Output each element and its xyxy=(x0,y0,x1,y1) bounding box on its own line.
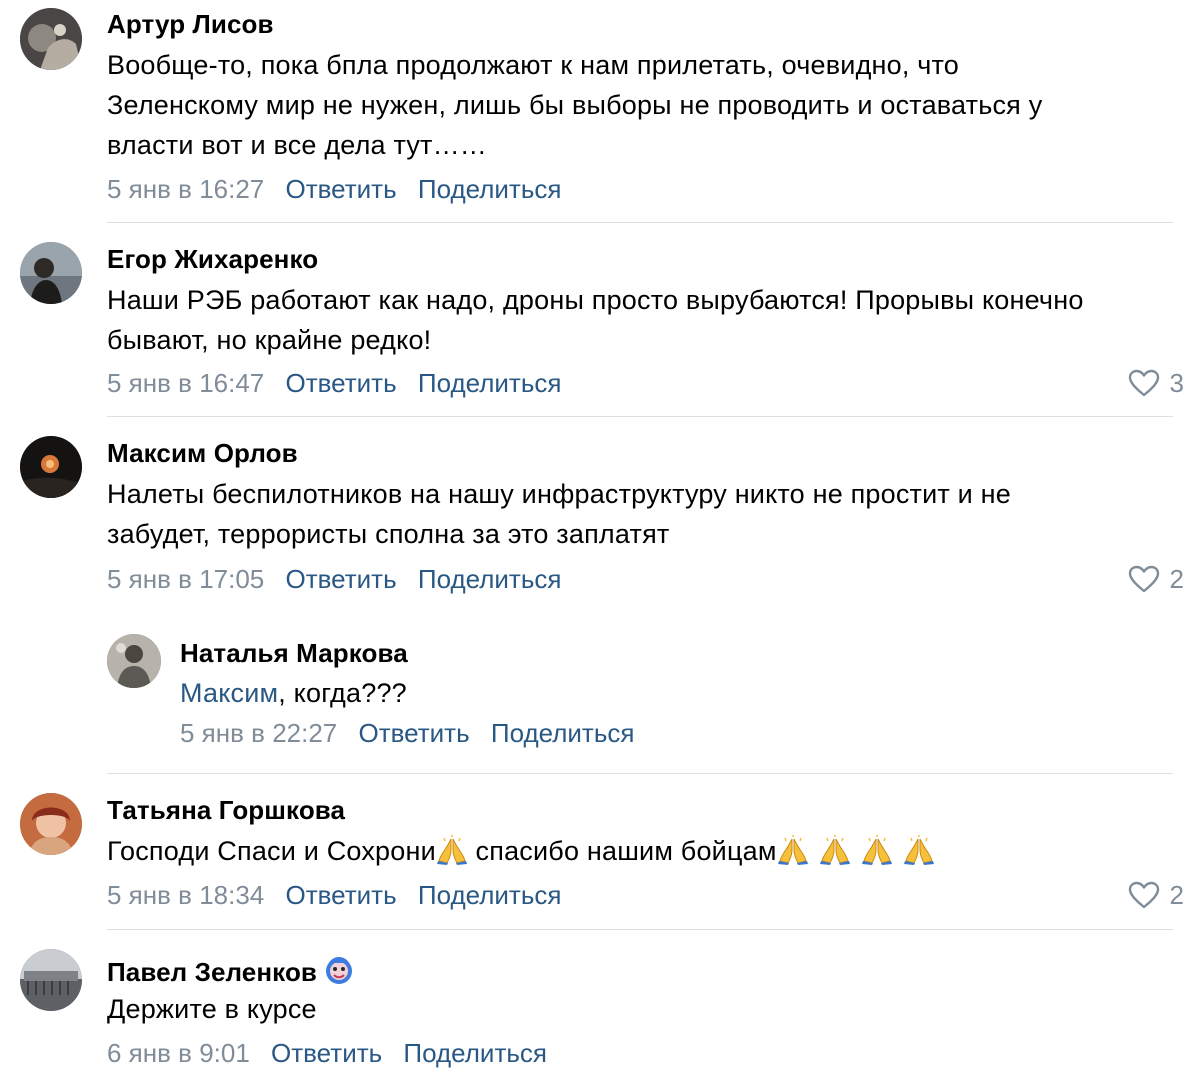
author-name[interactable]: Павел Зеленков xyxy=(107,957,317,987)
folded-hands-emoji xyxy=(777,835,809,865)
avatar[interactable] xyxy=(107,634,161,688)
comment-text: Вообще-то, пока бпла продолжают к нам пр… xyxy=(107,50,1043,160)
heart-outline-icon xyxy=(1128,565,1160,593)
comment-text: Наши РЭБ работают как надо, дроны просто… xyxy=(107,285,1084,355)
comment-meta: 5 янв в 17:05 Ответить Поделиться xyxy=(107,564,575,594)
smiley-badge-icon xyxy=(326,957,353,984)
comment-text: Налеты беспилотников на нашу инфраструкт… xyxy=(107,479,1011,549)
share-button[interactable]: Поделиться xyxy=(403,1038,547,1068)
comment-date[interactable]: 5 янв в 22:27 xyxy=(180,718,337,748)
comment-author[interactable]: Наталья Маркова xyxy=(180,638,408,668)
reply-button[interactable]: Ответить xyxy=(286,564,397,594)
folded-hands-emoji xyxy=(903,835,935,865)
divider xyxy=(107,773,1173,774)
reply-button[interactable]: Ответить xyxy=(286,174,397,204)
comment-author[interactable]: Егор Жихаренко xyxy=(107,244,318,274)
like-button[interactable]: 2 xyxy=(1128,880,1184,910)
comment-meta: 6 янв в 9:01 Ответить Поделиться xyxy=(107,1038,561,1068)
share-button[interactable]: Поделиться xyxy=(418,564,562,594)
reply-button[interactable]: Ответить xyxy=(271,1038,382,1068)
comment-meta: 5 янв в 18:34 Ответить Поделиться xyxy=(107,880,575,910)
heart-outline-icon xyxy=(1128,369,1160,397)
reply-button[interactable]: Ответить xyxy=(286,368,397,398)
divider xyxy=(107,929,1173,930)
share-button[interactable]: Поделиться xyxy=(491,718,635,748)
comment-date[interactable]: 5 янв в 16:27 xyxy=(107,174,264,204)
comment-author[interactable]: Артур Лисов xyxy=(107,9,274,39)
reply-text: , когда??? xyxy=(278,678,407,708)
reply-button[interactable]: Ответить xyxy=(359,718,470,748)
share-button[interactable]: Поделиться xyxy=(418,880,562,910)
comment-date[interactable]: 5 янв в 16:47 xyxy=(107,368,264,398)
folded-hands-emoji xyxy=(861,835,893,865)
avatar[interactable] xyxy=(20,793,82,855)
comment-author[interactable]: Татьяна Горшкова xyxy=(107,795,345,825)
like-button[interactable]: 2 xyxy=(1128,564,1184,594)
share-button[interactable]: Поделиться xyxy=(418,174,562,204)
comment-date[interactable]: 5 янв в 17:05 xyxy=(107,564,264,594)
reply-button[interactable]: Ответить xyxy=(286,880,397,910)
share-button[interactable]: Поделиться xyxy=(418,368,562,398)
divider xyxy=(107,222,1173,223)
heart-outline-icon xyxy=(1128,881,1160,909)
comment-meta: 5 янв в 16:27 Ответить Поделиться xyxy=(107,174,575,204)
comment-author[interactable]: Павел Зеленков xyxy=(107,953,355,987)
comment-author[interactable]: Максим Орлов xyxy=(107,438,298,468)
like-button[interactable]: 3 xyxy=(1128,368,1184,398)
text-part: спасибо нашим бойцам xyxy=(467,836,777,866)
comment-text: Максим, когда??? xyxy=(180,673,1180,713)
comment-date[interactable]: 6 янв в 9:01 xyxy=(107,1038,250,1068)
comment-meta: 5 янв в 22:27 Ответить Поделиться xyxy=(180,718,648,748)
mention-link[interactable]: Максим xyxy=(180,678,278,708)
like-count: 3 xyxy=(1169,368,1184,398)
folded-hands-emoji xyxy=(819,835,851,865)
like-count: 2 xyxy=(1169,564,1184,594)
comment-date[interactable]: 5 янв в 18:34 xyxy=(107,880,264,910)
text-part: Господи Спаси и Сохрони xyxy=(107,836,436,866)
avatar[interactable] xyxy=(20,436,82,498)
like-count: 2 xyxy=(1169,880,1184,910)
comment-text: Держите в курсе xyxy=(107,994,317,1024)
avatar[interactable] xyxy=(20,949,82,1011)
comment-text: Господи Спаси и Сохрони спасибо нашим бо… xyxy=(107,831,1187,871)
avatar[interactable] xyxy=(20,8,82,70)
divider xyxy=(107,416,1173,417)
comment-meta: 5 янв в 16:47 Ответить Поделиться xyxy=(107,368,575,398)
folded-hands-emoji xyxy=(436,835,468,865)
avatar[interactable] xyxy=(20,242,82,304)
